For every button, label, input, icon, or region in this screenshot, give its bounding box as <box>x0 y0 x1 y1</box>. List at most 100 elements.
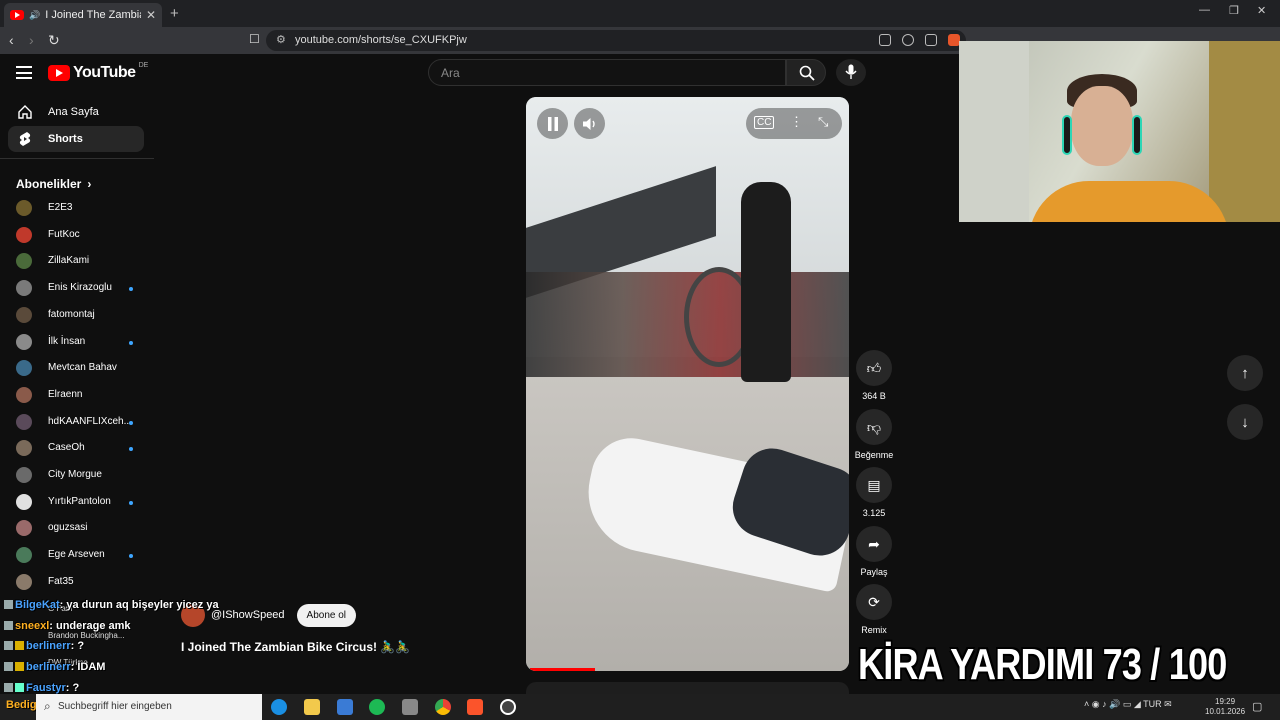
new-tab-icon[interactable]: + <box>170 5 179 22</box>
subscriptions-heading[interactable]: Abonelikler › <box>16 177 91 191</box>
chat-badge-icon <box>4 600 13 609</box>
chat-badge-icon <box>4 683 13 692</box>
chat-message: BilgeKat: ya durun aq bişeyler yicez ya <box>4 599 219 611</box>
youtube-favicon-icon <box>10 10 24 20</box>
sidebar-subscription-item[interactable]: YırtıkPantolon <box>16 493 150 513</box>
cast-icon[interactable] <box>879 34 891 46</box>
minimize-icon[interactable]: — <box>1199 4 1210 16</box>
channel-name[interactable]: @IShowSpeed <box>211 609 285 621</box>
remix-button[interactable]: ⟳ Remix <box>852 584 896 635</box>
chat-message: Faustyr: ? <box>4 682 79 694</box>
share-button[interactable]: ➦ Paylaş <box>852 526 896 577</box>
shorts-video-player[interactable]: CC ⋮ ⤡ <box>526 97 849 671</box>
next-video-preview[interactable] <box>526 682 849 694</box>
system-tray[interactable]: ˄ ◉ ♪ 🔊 ▭ ◢ TUR ✉ <box>1084 699 1172 710</box>
url-text[interactable]: youtube.com/shorts/se_CXUFKPjw <box>295 34 467 46</box>
previous-video-button[interactable]: ↑ <box>1227 355 1263 391</box>
menu-icon[interactable] <box>16 66 32 79</box>
chat-text: : ? <box>65 682 80 694</box>
sidebar-subscription-item[interactable]: CaseOh <box>16 439 150 459</box>
video-progress-bar[interactable] <box>530 668 595 671</box>
calculator-icon[interactable] <box>402 699 418 715</box>
reload-icon[interactable]: ↻ <box>48 32 60 49</box>
subscription-name: hdKAANFLIXceh... <box>48 415 132 427</box>
channel-avatar <box>16 520 32 537</box>
pause-button[interactable] <box>537 108 568 139</box>
spotify-icon[interactable] <box>369 699 385 715</box>
dislike-button[interactable]: 👎︎ Beğenme <box>852 409 896 460</box>
share-page-icon[interactable] <box>925 34 937 46</box>
sidebar-subscription-item[interactable]: E2E3 <box>16 199 150 219</box>
next-video-button[interactable]: ↓ <box>1227 404 1263 440</box>
fullscreen-icon[interactable]: ⤡ <box>818 114 828 130</box>
youtube-play-icon <box>48 65 70 81</box>
chat-badge-icon <box>4 641 13 650</box>
volume-button[interactable] <box>574 108 605 139</box>
sidebar-subscription-item[interactable]: FutKoc <box>16 226 150 246</box>
new-content-indicator <box>129 447 133 452</box>
search-input[interactable]: Ara <box>428 59 786 86</box>
voice-search-button[interactable] <box>836 59 866 86</box>
sidebar-subscription-item[interactable]: oguzsasi <box>16 519 150 539</box>
new-content-indicator <box>129 420 133 425</box>
channel-avatar <box>16 200 32 216</box>
sidebar-subscription-item[interactable]: Mevtcan Bahav <box>16 359 150 379</box>
store-icon[interactable] <box>337 699 353 715</box>
sidebar-subscription-item[interactable]: İlk İnsan <box>16 333 150 353</box>
subscribe-button[interactable]: Abone ol <box>296 603 357 627</box>
zoom-icon[interactable] <box>902 34 914 46</box>
thumbs-down-icon: 👎︎ <box>866 418 882 435</box>
obs-icon[interactable] <box>500 699 516 715</box>
edge-icon[interactable] <box>271 699 287 715</box>
remix-icon: ⟳ <box>868 593 880 610</box>
sidebar-item-home[interactable]: Ana Sayfa <box>8 99 144 125</box>
video-controls-right: CC ⋮ ⤡ <box>746 108 842 139</box>
channel-avatar <box>16 226 32 243</box>
subscription-name: oguzsasi <box>48 522 88 534</box>
captions-icon[interactable]: CC <box>754 116 775 129</box>
taskbar-clock[interactable]: 19:29 10.01.2026 <box>1205 697 1245 717</box>
forward-icon[interactable]: › <box>29 32 34 48</box>
subscription-name: E2E3 <box>48 202 73 213</box>
sidebar-subscription-item[interactable]: Ege Arseven <box>16 546 150 566</box>
search-button[interactable] <box>786 59 826 86</box>
channel-avatar <box>16 306 32 323</box>
speaker-icon[interactable]: 🔊 <box>29 10 40 21</box>
brave-icon[interactable] <box>467 699 483 715</box>
like-button[interactable]: 👍︎ 364 B <box>852 350 896 401</box>
sidebar-subscription-item[interactable]: Fat35 <box>16 573 150 593</box>
sidebar-subscription-item[interactable]: fatomontaj <box>16 306 150 326</box>
sidebar-item-shorts[interactable]: Shorts <box>8 126 144 152</box>
restore-icon[interactable]: ❐ <box>1229 4 1239 17</box>
site-info-icon[interactable]: ⚙ <box>276 33 286 46</box>
notification-icon[interactable]: ▢ <box>1252 700 1262 713</box>
channel-avatar <box>16 493 32 510</box>
file-explorer-icon[interactable] <box>304 699 320 715</box>
browser-tab[interactable]: 🔊 I Joined The Zambian Bike Circus ✕ <box>4 3 162 27</box>
address-bar[interactable]: ⚙ youtube.com/shorts/se_CXUFKPjw <box>266 30 966 51</box>
chat-message: berlinerr: ? <box>4 640 84 652</box>
back-icon[interactable]: ‹ <box>9 32 14 48</box>
sidebar-subscription-item[interactable]: hdKAANFLIXceh... <box>16 413 150 433</box>
sidebar-subscription-item[interactable]: ZillaKami <box>16 252 150 272</box>
browser-tab-bar: 🔊 I Joined The Zambian Bike Circus ✕ + —… <box>0 0 1280 27</box>
comment-icon: ▤ <box>867 476 881 493</box>
chat-user: sneexl <box>15 620 50 632</box>
chrome-icon[interactable] <box>435 699 451 715</box>
chat-user: BilgeKat <box>15 599 60 611</box>
bookmark-icon[interactable]: ☐ <box>249 32 260 46</box>
chevron-right-icon: › <box>87 177 92 191</box>
language-indicator[interactable]: TUR <box>1143 699 1162 709</box>
more-options-icon[interactable]: ⋮ <box>790 114 803 130</box>
youtube-logo[interactable]: YouTube DE <box>48 62 148 82</box>
subscription-name: Fat35 <box>48 575 74 587</box>
sidebar-subscription-item[interactable]: City Morgue <box>16 466 150 486</box>
close-tab-icon[interactable]: ✕ <box>146 8 156 22</box>
comments-button[interactable]: ▤ 3.125 <box>852 467 896 518</box>
close-window-icon[interactable]: ✕ <box>1257 4 1266 17</box>
sidebar-subscription-item[interactable]: Enis Kirazoglu <box>16 279 150 299</box>
remix-label: Remix <box>861 625 887 635</box>
taskbar-search-input[interactable]: ⌕ Suchbegriff hier eingeben <box>36 694 262 720</box>
thumbs-up-icon: 👍︎ <box>866 359 882 376</box>
sidebar-subscription-item[interactable]: Elraenn <box>16 386 150 406</box>
